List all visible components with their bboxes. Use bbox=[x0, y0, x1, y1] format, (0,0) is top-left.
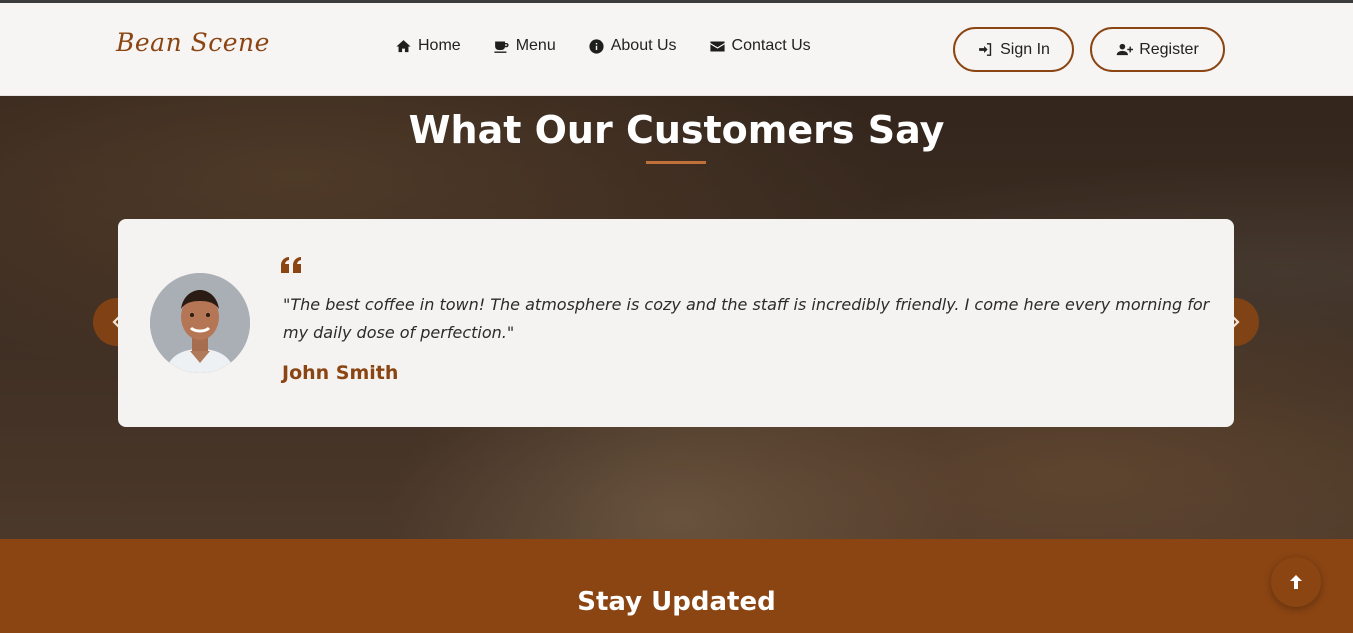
section-title: What Our Customers Say bbox=[408, 108, 945, 152]
arrow-up-icon bbox=[1290, 575, 1302, 589]
sign-in-label: Sign In bbox=[1000, 40, 1050, 58]
nav-menu[interactable]: Menu bbox=[493, 37, 556, 55]
newsletter-title: Stay Updated bbox=[577, 587, 776, 617]
quote-icon bbox=[281, 255, 303, 278]
back-to-top-button[interactable] bbox=[1271, 557, 1321, 607]
nav-home[interactable]: Home bbox=[395, 37, 461, 55]
nav-menu-label: Menu bbox=[515, 37, 556, 54]
nav-home-label: Home bbox=[418, 37, 461, 54]
user-plus-icon bbox=[1116, 43, 1134, 56]
register-button[interactable]: Register bbox=[1090, 27, 1225, 72]
nav-about-label: About Us bbox=[610, 37, 677, 54]
testimonial-author: John Smith bbox=[282, 362, 399, 384]
register-label: Register bbox=[1139, 40, 1199, 58]
title-underline bbox=[646, 161, 706, 164]
nav-contact-label: Contact Us bbox=[731, 37, 811, 54]
site-header: Bean Scene Home Menu About Us Contact Us… bbox=[0, 3, 1353, 96]
testimonial-quote: "The best coffee in town! The atmosphere… bbox=[283, 295, 1210, 342]
home-icon bbox=[396, 39, 411, 52]
testimonial-card: "The best coffee in town! The atmosphere… bbox=[118, 219, 1234, 427]
nav-about[interactable]: About Us bbox=[588, 37, 677, 55]
newsletter-section: Stay Updated bbox=[0, 539, 1353, 633]
info-circle-icon bbox=[589, 38, 604, 54]
avatar bbox=[150, 273, 250, 373]
sign-in-button[interactable]: Sign In bbox=[953, 27, 1074, 72]
logo[interactable]: Bean Scene bbox=[116, 28, 270, 57]
testimonials-section: What Our Customers Say "The best coffee … bbox=[0, 96, 1353, 539]
nav-contact[interactable]: Contact Us bbox=[709, 37, 811, 55]
envelope-icon bbox=[709, 41, 725, 51]
main-nav: Home Menu About Us Contact Us bbox=[395, 37, 811, 55]
sign-in-icon bbox=[979, 43, 992, 56]
coffee-cup-icon bbox=[494, 41, 509, 53]
